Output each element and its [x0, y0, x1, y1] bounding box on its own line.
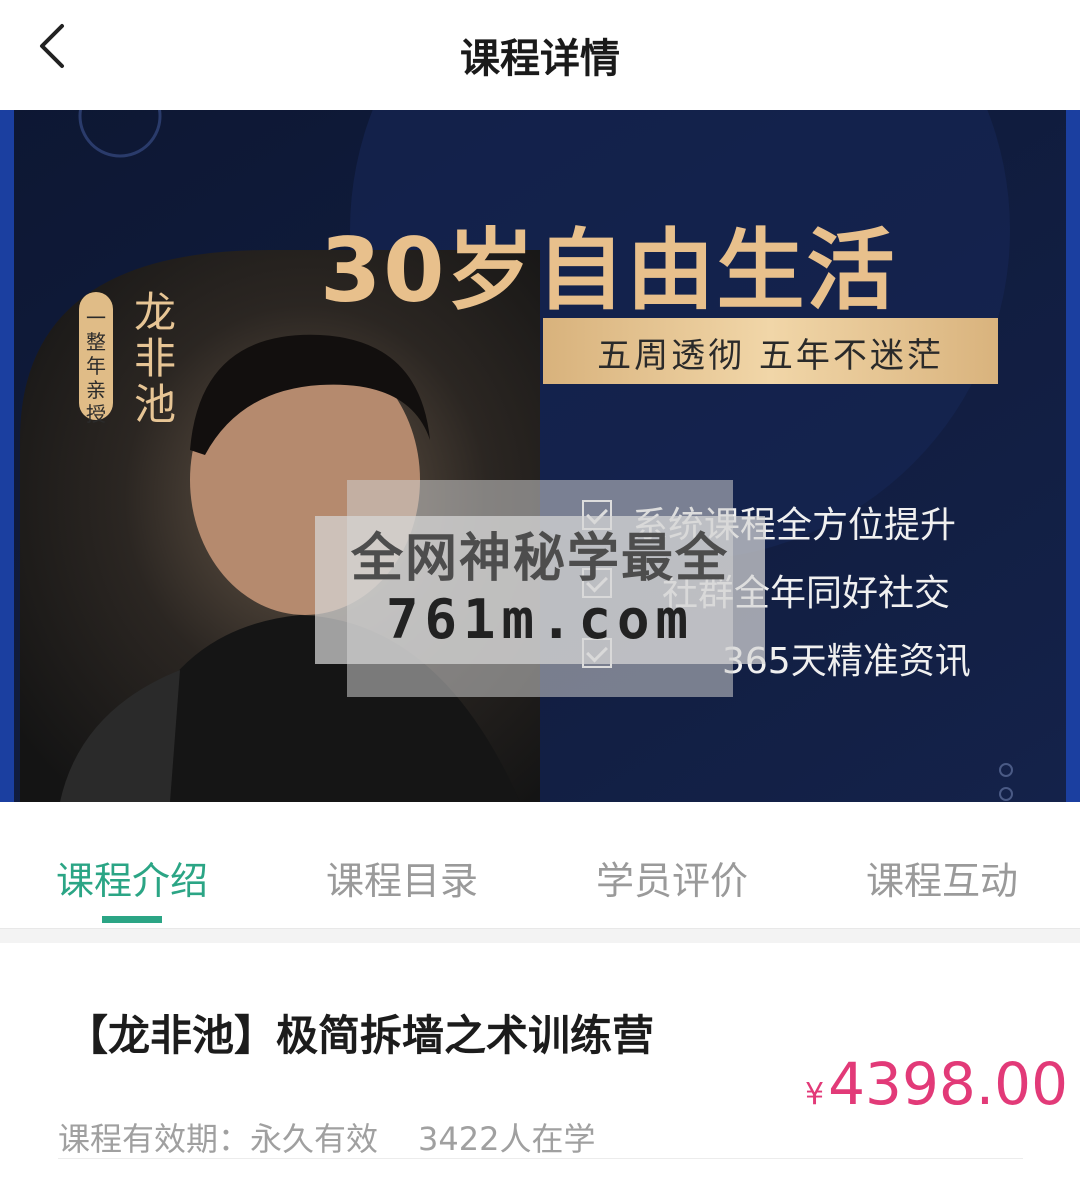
watermark: 全网神秘学最全 761m.com	[315, 516, 765, 664]
banner-tagline: 五周透彻 五年不迷茫	[597, 336, 944, 376]
watermark-url: 761m.com	[385, 588, 695, 651]
tab-course-intro[interactable]: 课程介绍	[56, 850, 208, 905]
teacher-badge: 一整年亲授	[79, 292, 113, 426]
divider	[58, 1158, 1023, 1159]
top-nav-bar: 课程详情	[0, 0, 1080, 110]
tab-student-reviews[interactable]: 学员评价	[596, 850, 748, 905]
watermark-text: 全网神秘学最全	[350, 529, 729, 589]
price-currency: ¥	[805, 1077, 825, 1112]
teacher-name: 龙非池	[133, 288, 176, 429]
tab-bar: 课程介绍 课程目录 学员评价 课程互动	[0, 802, 1080, 928]
course-price: ¥4398.00	[805, 1050, 1068, 1118]
tab-course-interaction[interactable]: 课程互动	[866, 850, 1018, 905]
active-tab-indicator	[102, 916, 162, 923]
learner-count: 3422人在学	[418, 1120, 596, 1158]
price-amount: 4398.00	[828, 1050, 1068, 1118]
course-meta: 课程有效期：永久有效 3422人在学	[58, 1114, 595, 1160]
banner-tagline-box: 五周透彻 五年不迷茫	[543, 318, 998, 384]
course-validity: 课程有效期：永久有效	[58, 1120, 379, 1158]
page-title: 课程详情	[460, 36, 620, 82]
banner-headline: 30岁自由生活	[320, 219, 897, 322]
section-divider	[0, 928, 1080, 943]
tab-course-catalog[interactable]: 课程目录	[326, 850, 478, 905]
course-title: 【龙非池】极简拆墙之术训练营	[66, 1011, 655, 1060]
teacher-badge-text: 一整年亲授	[86, 306, 106, 426]
